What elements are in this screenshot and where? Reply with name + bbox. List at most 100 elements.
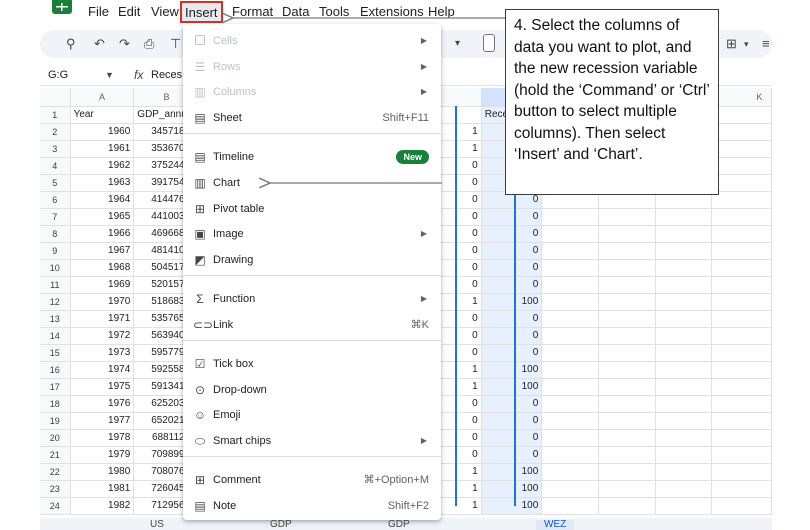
cell-empty[interactable] — [541, 395, 599, 413]
cell-empty[interactable] — [655, 412, 713, 430]
cell-recession[interactable]: 0 — [481, 242, 543, 260]
cell-empty[interactable] — [598, 429, 656, 447]
cell-recession[interactable]: 0 — [481, 310, 543, 328]
menu-help[interactable]: Help — [428, 4, 455, 20]
cell-year[interactable]: 1972 — [70, 327, 135, 345]
menu-item-timeline[interactable]: ▤ Timeline New — [183, 146, 441, 168]
cell-empty[interactable] — [655, 310, 713, 328]
cell-recession[interactable]: 0 — [481, 276, 543, 294]
row-number[interactable]: 6 — [40, 191, 71, 209]
cell-empty[interactable] — [711, 480, 772, 498]
cell-empty[interactable] — [655, 446, 713, 464]
cell-empty[interactable] — [655, 344, 713, 362]
cell-empty[interactable] — [711, 395, 772, 413]
cell-empty[interactable] — [598, 463, 656, 481]
cell-empty[interactable] — [711, 463, 772, 481]
menu-item-chart[interactable]: ▥ Chart — [183, 172, 441, 194]
cell-year[interactable]: Year — [70, 106, 135, 124]
cell-recession[interactable]: 100 — [481, 463, 543, 481]
cell-empty[interactable] — [541, 446, 599, 464]
cell-year[interactable]: 1960 — [70, 123, 135, 141]
cell-empty[interactable] — [541, 412, 599, 430]
search-menus-icon[interactable]: ⚲ — [66, 36, 76, 52]
sheet-tab[interactable]: US — [150, 520, 164, 530]
name-box[interactable]: G:G — [48, 69, 68, 81]
cell-empty[interactable] — [598, 310, 656, 328]
sheet-tab-active[interactable]: WEZ — [536, 520, 575, 530]
menu-file[interactable]: File — [88, 4, 109, 20]
menu-insert[interactable]: Insert — [180, 1, 223, 23]
menu-item-emoji[interactable]: ☺ Emoji — [183, 404, 441, 426]
row-number[interactable]: 19 — [40, 412, 71, 430]
cell-empty[interactable] — [541, 344, 599, 362]
menu-item-image[interactable]: ▣ Image ▶ — [183, 223, 441, 245]
cell-empty[interactable] — [655, 395, 713, 413]
menu-view[interactable]: View — [151, 4, 179, 20]
cell-empty[interactable] — [711, 310, 772, 328]
zoom-dropdown-icon[interactable]: ▾ — [455, 36, 460, 52]
row-number[interactable]: 3 — [40, 140, 71, 158]
cell-empty[interactable] — [598, 395, 656, 413]
cell-empty[interactable] — [541, 276, 599, 294]
cell-empty[interactable] — [711, 446, 772, 464]
menu-item-comment[interactable]: ⊞ Comment ⌘+Option+M — [183, 469, 441, 491]
menu-item-tick-box[interactable]: ☑ Tick box — [183, 353, 441, 375]
cell-recession[interactable]: 0 — [481, 259, 543, 277]
cell-empty[interactable] — [655, 480, 713, 498]
cell-empty[interactable] — [541, 310, 599, 328]
cell-year[interactable]: 1973 — [70, 344, 135, 362]
cell-empty[interactable] — [541, 429, 599, 447]
cell-recession[interactable]: 100 — [481, 378, 543, 396]
cell-year[interactable]: 1979 — [70, 446, 135, 464]
cell-empty[interactable] — [655, 429, 713, 447]
menu-item-pivot-table[interactable]: ⊞ Pivot table — [183, 198, 441, 220]
menu-edit[interactable]: Edit — [118, 4, 140, 20]
cell-recession[interactable]: 0 — [481, 412, 543, 430]
cell-year[interactable]: 1965 — [70, 208, 135, 226]
cell-year[interactable]: 1969 — [70, 276, 135, 294]
redo-icon[interactable]: ↷ — [119, 36, 130, 52]
cell-recession[interactable]: 0 — [481, 446, 543, 464]
cell-year[interactable]: 1971 — [70, 310, 135, 328]
row-number[interactable]: 14 — [40, 327, 71, 345]
cell-year[interactable]: 1981 — [70, 480, 135, 498]
cell-empty[interactable] — [541, 361, 599, 379]
row-number[interactable]: 10 — [40, 259, 71, 277]
cell-empty[interactable] — [711, 157, 772, 175]
row-number[interactable]: 5 — [40, 174, 71, 192]
merge-cells-icon[interactable]: ⊞ — [726, 36, 737, 52]
sheet-tab[interactable]: GDP — [388, 520, 410, 530]
paint-format-icon[interactable]: ⊤ — [170, 36, 181, 52]
name-box-dropdown-icon[interactable]: ▼ — [105, 70, 114, 80]
cell-empty[interactable] — [711, 106, 772, 124]
align-icon[interactable]: ≡ — [762, 36, 770, 52]
cell-empty[interactable] — [711, 242, 772, 260]
cell-empty[interactable] — [541, 463, 599, 481]
cell-empty[interactable] — [655, 463, 713, 481]
cell-empty[interactable] — [655, 497, 713, 515]
menu-item-sheet[interactable]: ▤ Sheet Shift+F11 — [183, 107, 441, 129]
cell-year[interactable]: 1961 — [70, 140, 135, 158]
cell-empty[interactable] — [711, 344, 772, 362]
print-icon[interactable]: ⎙ — [144, 36, 154, 52]
row-number[interactable]: 4 — [40, 157, 71, 175]
cell-empty[interactable] — [655, 225, 713, 243]
cell-empty[interactable] — [541, 497, 599, 515]
row-number[interactable]: 21 — [40, 446, 71, 464]
cell-year[interactable]: 1982 — [70, 497, 135, 515]
row-number[interactable]: 13 — [40, 310, 71, 328]
cell-empty[interactable] — [598, 361, 656, 379]
cell-recession[interactable]: 0 — [481, 429, 543, 447]
cell-empty[interactable] — [541, 242, 599, 260]
cell-year[interactable]: 1976 — [70, 395, 135, 413]
cell-empty[interactable] — [711, 327, 772, 345]
row-number[interactable]: 8 — [40, 225, 71, 243]
cell-empty[interactable] — [541, 327, 599, 345]
cell-year[interactable]: 1970 — [70, 293, 135, 311]
cell-empty[interactable] — [655, 293, 713, 311]
merge-dropdown-icon[interactable]: ▾ — [744, 36, 749, 52]
cell-recession[interactable]: 100 — [481, 361, 543, 379]
cell-empty[interactable] — [598, 446, 656, 464]
cell-empty[interactable] — [541, 259, 599, 277]
cell-empty[interactable] — [655, 259, 713, 277]
